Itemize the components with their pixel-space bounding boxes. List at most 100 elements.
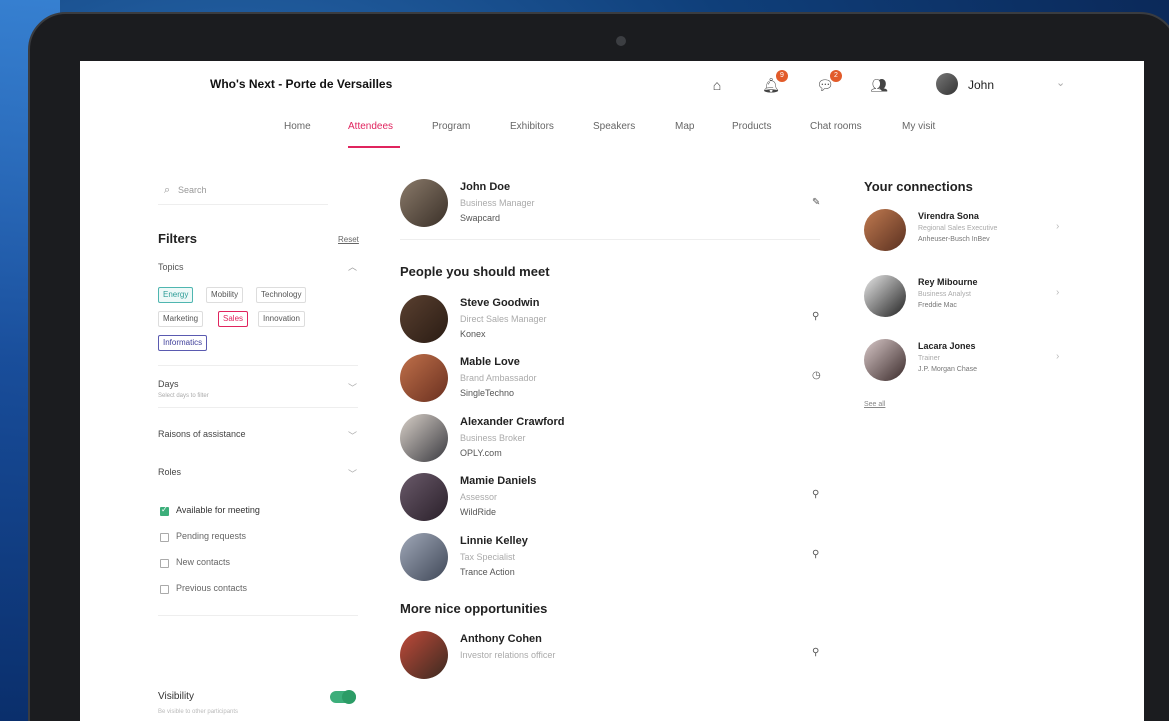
list-item[interactable]: Linnie Kelley Tax Specialist Trance Acti… (400, 533, 820, 585)
roles-label[interactable]: Roles (158, 467, 181, 477)
previous-contacts-label[interactable]: Previous contacts (176, 583, 247, 593)
top-bar: Who's Next - Porte de Versailles ⌂ 🔔︎ 9 … (80, 61, 1144, 111)
new-contacts-label[interactable]: New contacts (176, 557, 230, 567)
person-role: Brand Ambassador (460, 373, 537, 383)
tag-sales[interactable]: Sales (218, 311, 249, 327)
person-name: Steve Goodwin (460, 297, 540, 309)
edit-icon[interactable]: ✎ (812, 197, 820, 208)
camera-dot (616, 36, 626, 46)
days-subtitle: Select days to filter (158, 393, 209, 399)
list-item[interactable]: Alexander Crawford Business Broker OPLY.… (400, 414, 820, 466)
nav-program[interactable]: Program (432, 121, 470, 132)
nav-my-visit[interactable]: My visit (902, 121, 935, 132)
avatar (864, 339, 906, 381)
connection-item[interactable]: Rey Mibourne Business Analyst Freddie Ma… (864, 275, 1074, 321)
see-all-link[interactable]: See all (864, 401, 885, 408)
avatar (400, 473, 448, 521)
tag-innovation[interactable]: Innovation (258, 311, 305, 327)
available-label[interactable]: Available for meeting (176, 505, 260, 515)
avatar (400, 354, 448, 402)
avatar (400, 295, 448, 343)
search-placeholder: Search (178, 185, 207, 195)
person-company: SingleTechno (460, 388, 515, 398)
avatar (400, 631, 448, 679)
pending-checkbox[interactable] (160, 533, 169, 542)
days-label[interactable]: Days (158, 379, 179, 389)
connection-role: Regional Sales Executive (918, 225, 998, 232)
add-contact-icon[interactable]: ⚲ (812, 489, 819, 500)
person-role: Business Manager (460, 198, 535, 208)
nav-speakers[interactable]: Speakers (593, 121, 635, 132)
person-role: Business Broker (460, 433, 526, 443)
nav-chat-rooms[interactable]: Chat rooms (810, 121, 862, 132)
person-company: Swapcard (460, 213, 501, 223)
list-item[interactable]: Mable Love Brand Ambassador SingleTechno… (400, 354, 821, 406)
filters-title: Filters (158, 231, 198, 246)
avatar (864, 209, 906, 251)
connection-item[interactable]: Virendra Sona Regional Sales Executive A… (864, 209, 1074, 255)
add-contact-icon[interactable]: ⚲ (812, 549, 819, 560)
nav-home[interactable]: Home (284, 121, 311, 132)
user-name[interactable]: John (968, 78, 994, 92)
person-role: Direct Sales Manager (460, 314, 547, 324)
divider (158, 615, 358, 616)
home-icon[interactable]: ⌂ (708, 76, 726, 94)
chevron-down-icon[interactable]: ﹀ (348, 381, 357, 394)
list-item[interactable]: Anthony Cohen Investor relations officer… (400, 631, 820, 683)
previous-contacts-checkbox[interactable] (160, 585, 169, 594)
person-name: Anthony Cohen (460, 633, 542, 645)
tag-energy[interactable]: Energy (158, 287, 194, 303)
tag-mobility[interactable]: Mobility (206, 287, 244, 303)
visibility-label: Visibility (158, 691, 194, 702)
connection-company: Freddie Mac (918, 302, 957, 309)
new-contacts-checkbox[interactable] (160, 559, 169, 568)
person-name: John Doe (460, 181, 511, 193)
section-title: More nice opportunities (400, 601, 548, 616)
chat-icon[interactable]: 💬︎ 2 (816, 70, 842, 94)
available-checkbox[interactable] (160, 505, 169, 516)
add-contact-icon[interactable]: ⚲ (812, 311, 819, 322)
reasons-label[interactable]: Raisons of assistance (158, 429, 246, 439)
person-company: Konex (460, 329, 486, 339)
connection-item[interactable]: Lacara Jones Trainer J.P. Morgan Chase › (864, 339, 1074, 385)
connection-company: Anheuser-Busch InBev (918, 236, 990, 243)
my-profile-card[interactable]: John Doe Business Manager Swapcard ✎ (400, 179, 820, 231)
person-name: Mable Love (460, 356, 520, 368)
list-item[interactable]: Mamie Daniels Assessor WildRide ⚲ (400, 473, 820, 525)
list-item[interactable]: Steve Goodwin Direct Sales Manager Konex… (400, 295, 820, 347)
chevron-right-icon[interactable]: › (1056, 221, 1059, 232)
chevron-down-icon[interactable]: ⌄ (1056, 76, 1065, 89)
tag-technology[interactable]: Technology (256, 287, 307, 303)
visibility-toggle[interactable] (330, 690, 356, 704)
nav-products[interactable]: Products (732, 121, 771, 132)
tag-informatics[interactable]: Informatics (158, 335, 208, 351)
visibility-subtitle: Be visible to other participants (158, 709, 239, 715)
people-icon[interactable]: 👥︎ (870, 76, 888, 94)
pending-icon[interactable]: ◷ (812, 370, 821, 381)
chevron-down-icon[interactable]: ﹀ (348, 429, 357, 442)
chevron-down-icon[interactable]: ﹀ (348, 467, 357, 480)
nav-map[interactable]: Map (675, 121, 694, 132)
user-avatar[interactable] (936, 73, 958, 95)
connections-title: Your connections (864, 179, 973, 194)
chevron-up-icon[interactable]: ︿ (348, 260, 357, 273)
chevron-right-icon[interactable]: › (1056, 287, 1059, 298)
nav-exhibitors[interactable]: Exhibitors (510, 121, 554, 132)
nav-attendees[interactable]: Attendees (348, 121, 393, 132)
topics-label: Topics (158, 262, 184, 272)
event-title: Who's Next - Porte de Versailles (210, 77, 393, 91)
chevron-right-icon[interactable]: › (1056, 351, 1059, 362)
active-tab-underline (348, 146, 400, 148)
bell-icon[interactable]: 🔔︎ 9 (762, 70, 788, 94)
pending-label[interactable]: Pending requests (176, 531, 246, 541)
add-contact-icon[interactable]: ⚲ (812, 647, 819, 658)
person-name: Alexander Crawford (460, 416, 565, 428)
divider (400, 239, 820, 240)
search-input[interactable]: ⌕ Search (158, 179, 328, 205)
reset-link[interactable]: Reset (338, 235, 359, 244)
person-company: WildRide (460, 507, 497, 517)
section-title: People you should meet (400, 264, 550, 279)
tag-marketing[interactable]: Marketing (158, 311, 204, 327)
person-company: OPLY.com (460, 448, 502, 458)
main-nav: Home Attendees Program Exhibitors Speake… (80, 116, 1144, 146)
